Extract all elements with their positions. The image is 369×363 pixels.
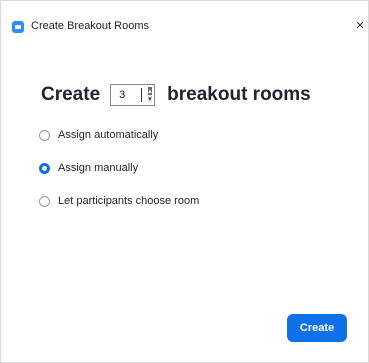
option-label: Assign automatically (58, 129, 159, 141)
increment-icon[interactable]: ▴ (148, 87, 153, 95)
radio-button-selected[interactable] (39, 162, 50, 174)
option-assign-manually[interactable]: Assign manually (39, 158, 199, 178)
option-participants-choose[interactable]: Let participants choose room (39, 191, 199, 211)
option-assign-automatically[interactable]: Assign automatically (39, 125, 199, 145)
breakout-rooms-dialog: Create Breakout Rooms × Create ▴ ▾ break… (0, 0, 369, 363)
heading-suffix: breakout rooms (167, 84, 311, 105)
decrement-icon[interactable]: ▾ (147, 95, 153, 103)
radio-button[interactable] (39, 195, 50, 207)
stepper-buttons: ▴ ▾ (147, 87, 153, 103)
close-icon[interactable]: × (353, 16, 367, 36)
create-button[interactable]: Create (287, 314, 347, 342)
radio-button[interactable] (39, 129, 50, 141)
window-title: Create Breakout Rooms (31, 20, 149, 32)
heading-prefix: Create (41, 84, 101, 105)
room-count-stepper[interactable]: ▴ ▾ (110, 84, 156, 106)
option-label: Let participants choose room (58, 195, 200, 207)
title-bar: Create Breakout Rooms × (1, 11, 368, 39)
option-label: Assign manually (58, 162, 139, 174)
assignment-options: Assign automatically Assign manually Let… (39, 125, 199, 224)
create-rooms-heading: Create ▴ ▾ breakout rooms (41, 79, 311, 111)
zoom-app-icon (12, 21, 24, 33)
room-count-input[interactable] (111, 85, 142, 105)
